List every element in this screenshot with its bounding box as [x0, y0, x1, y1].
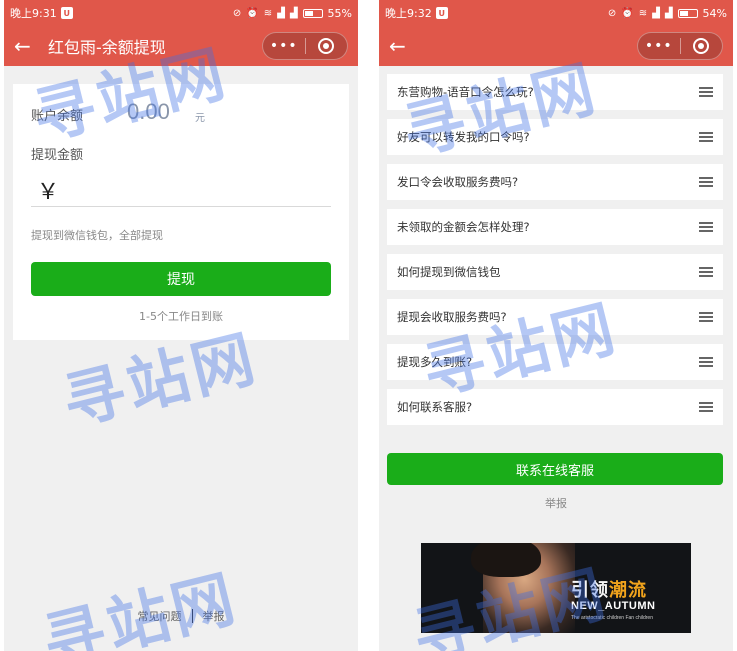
ad-headline: 引领潮流: [571, 576, 647, 602]
back-arrow-icon[interactable]: ←: [14, 36, 38, 56]
ad-headline-orange: 潮流: [609, 580, 647, 601]
battery-icon: [677, 8, 698, 18]
menu-lines-icon: [699, 267, 713, 277]
wifi-icon: ≋: [263, 7, 273, 19]
footer-divider: [191, 609, 193, 623]
contact-service-button[interactable]: 联系在线客服: [387, 453, 723, 485]
faq-question: 未领取的金额会怎样处理?: [397, 220, 530, 234]
faq-screen: 晚上9:32 U ⊘ ⏰ ≋ ▟ ▟ 54% ← ••• 东营购物-语音口令怎么…: [379, 0, 733, 651]
withdraw-all-hint[interactable]: 提现到微信钱包，全部提现: [31, 227, 163, 243]
faq-item[interactable]: 提现会收取服务费吗?: [387, 299, 723, 335]
withdraw-screen: 晚上9:31 U ⊘ ⏰ ≋ ▟ ▟ 55% ← 红包雨-余额提现 ••• 账户…: [4, 0, 358, 651]
faq-item[interactable]: 如何联系客服?: [387, 389, 723, 425]
faq-list: 东营购物-语音口令怎么玩? 好友可以转发我的口令吗? 发口令会收取服务费吗? 未…: [387, 74, 723, 434]
menu-lines-icon: [699, 87, 713, 97]
faq-question: 如何联系客服?: [397, 400, 473, 414]
menu-lines-icon: [699, 222, 713, 232]
notification-icon: U: [60, 7, 73, 19]
balance-label: 账户余额: [31, 109, 84, 124]
ad-fine-print: The aristocratic children Fan children: [571, 615, 653, 621]
withdraw-amount-label: 提现金额: [31, 148, 84, 163]
signal-icon-2: ▟: [664, 7, 673, 19]
faq-question: 如何提现到微信钱包: [397, 265, 501, 279]
faq-question: 提现多久到账?: [397, 355, 473, 369]
faq-item[interactable]: 提现多久到账?: [387, 344, 723, 380]
signal-icon-2: ▟: [289, 7, 298, 19]
battery-percent: 55%: [327, 6, 352, 20]
withdraw-card: 账户余额 0.00 元 提现金额 ￥ 提现到微信钱包，全部提现 提现 1-5个工…: [13, 84, 349, 340]
signal-icon: ▟: [277, 7, 285, 19]
balance-row: 账户余额 0.00 元: [31, 99, 331, 127]
report-link[interactable]: 举报: [203, 608, 225, 624]
ad-model-hair: [471, 543, 541, 577]
wifi-icon: ≋: [638, 7, 648, 19]
faq-item[interactable]: 未领取的金额会怎样处理?: [387, 209, 723, 245]
alarm-icon: ⏰: [621, 7, 634, 19]
ad-headline-white: 引领: [571, 580, 609, 601]
footer-links: 常见问题 举报: [4, 608, 358, 624]
battery-icon: [302, 8, 323, 18]
close-target-icon[interactable]: [681, 38, 723, 54]
close-target-icon[interactable]: [306, 38, 348, 54]
menu-lines-icon: [699, 402, 713, 412]
faq-question: 发口令会收取服务费吗?: [397, 175, 519, 189]
faq-item[interactable]: 东营购物-语音口令怎么玩?: [387, 74, 723, 110]
faq-item[interactable]: 好友可以转发我的口令吗?: [387, 119, 723, 155]
nav-bar: ← 红包雨-余额提现 •••: [4, 26, 358, 66]
withdraw-amount-input[interactable]: ￥: [31, 172, 331, 207]
report-link[interactable]: 举报: [379, 495, 733, 511]
more-dots-icon[interactable]: •••: [263, 38, 305, 54]
screenshot-stage: 晚上9:31 U ⊘ ⏰ ≋ ▟ ▟ 55% ← 红包雨-余额提现 ••• 账户…: [0, 0, 737, 651]
ad-subline: NEW_AUTUMN: [571, 600, 656, 612]
arrival-note: 1-5个工作日到账: [139, 310, 223, 323]
faq-item[interactable]: 如何提现到微信钱包: [387, 254, 723, 290]
faq-question: 好友可以转发我的口令吗?: [397, 130, 530, 144]
status-time: 晚上9:32: [385, 7, 432, 20]
menu-lines-icon: [699, 312, 713, 322]
ad-banner[interactable]: 引领潮流 NEW_AUTUMN The aristocratic childre…: [421, 543, 691, 633]
menu-lines-icon: [699, 357, 713, 367]
mini-program-capsule: •••: [637, 32, 723, 60]
faq-link[interactable]: 常见问题: [138, 608, 182, 624]
balance-unit: 元: [195, 113, 205, 124]
faq-question: 提现会收取服务费吗?: [397, 310, 507, 324]
alarm-icon: ⏰: [246, 7, 259, 19]
currency-symbol: ￥: [37, 180, 60, 205]
more-dots-icon[interactable]: •••: [638, 38, 680, 54]
menu-lines-icon: [699, 132, 713, 142]
withdraw-button[interactable]: 提现: [31, 262, 331, 296]
balance-value: 0.00: [127, 99, 170, 124]
status-bar: 晚上9:31 U ⊘ ⏰ ≋ ▟ ▟ 55%: [4, 0, 358, 26]
faq-question: 东营购物-语音口令怎么玩?: [397, 85, 534, 99]
page-title: 红包雨-余额提现: [48, 38, 166, 57]
nav-bar: ← •••: [379, 26, 733, 66]
menu-lines-icon: [699, 177, 713, 187]
notification-icon: U: [435, 7, 448, 19]
link-icon: ⊘: [232, 7, 242, 19]
mini-program-capsule: •••: [262, 32, 348, 60]
status-time: 晚上9:31: [10, 7, 57, 20]
battery-percent: 54%: [702, 6, 727, 20]
signal-icon: ▟: [652, 7, 660, 19]
link-icon: ⊘: [607, 7, 617, 19]
back-arrow-icon[interactable]: ←: [389, 36, 413, 56]
faq-item[interactable]: 发口令会收取服务费吗?: [387, 164, 723, 200]
status-bar: 晚上9:32 U ⊘ ⏰ ≋ ▟ ▟ 54%: [379, 0, 733, 26]
